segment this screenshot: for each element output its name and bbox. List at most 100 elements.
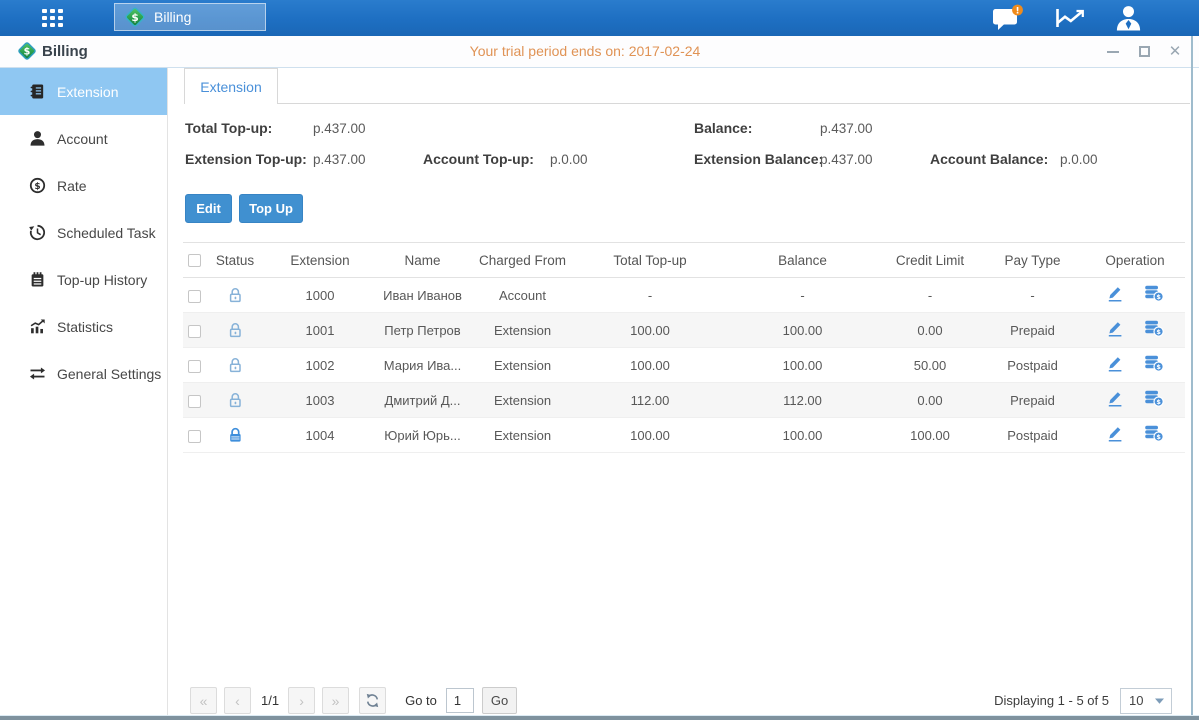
maximize-button[interactable] bbox=[1136, 44, 1152, 60]
account-balance-label: Account Balance: bbox=[930, 151, 1048, 167]
col-name: Name bbox=[375, 243, 470, 278]
sidebar-item-label: Rate bbox=[57, 178, 87, 194]
first-page-button[interactable]: « bbox=[190, 687, 217, 714]
svg-text:$: $ bbox=[1156, 293, 1161, 301]
select-all-checkbox[interactable] bbox=[188, 254, 201, 267]
reports-button[interactable] bbox=[1054, 6, 1086, 35]
edit-button[interactable]: Edit bbox=[185, 194, 232, 223]
main-content: Extension Total Top-up: p.437.00 Balance… bbox=[168, 68, 1199, 715]
coins-icon: $ bbox=[1144, 390, 1164, 407]
go-button[interactable]: Go bbox=[482, 687, 517, 714]
top-navbar: $ Billing ! bbox=[0, 0, 1199, 36]
edit-extension-button[interactable] bbox=[1106, 390, 1124, 410]
edit-extension-button[interactable] bbox=[1106, 285, 1124, 305]
svg-text:$: $ bbox=[1156, 433, 1161, 441]
notifications-button[interactable]: ! bbox=[992, 4, 1024, 37]
row-checkbox[interactable] bbox=[188, 325, 201, 338]
operation-cell: $ bbox=[1085, 383, 1185, 418]
pencil-icon bbox=[1106, 425, 1124, 442]
total-topup-cell: 100.00 bbox=[575, 348, 725, 383]
tab-extension[interactable]: Extension bbox=[184, 68, 278, 104]
goto-label: Go to bbox=[405, 693, 437, 708]
transfer-arrows-icon bbox=[29, 365, 46, 382]
col-total-topup: Total Top-up bbox=[575, 243, 725, 278]
svg-text:$: $ bbox=[1156, 398, 1161, 406]
charged-from-cell: Account bbox=[470, 278, 575, 313]
topup-extension-button[interactable]: $ bbox=[1144, 285, 1164, 305]
pencil-icon bbox=[1106, 355, 1124, 372]
user-menu-button[interactable] bbox=[1114, 4, 1143, 37]
window-controls: ✕ bbox=[1105, 36, 1183, 67]
lock-open-icon bbox=[227, 287, 244, 304]
sidebar-item-scheduled-task[interactable]: Scheduled Task bbox=[0, 209, 167, 256]
row-checkbox[interactable] bbox=[188, 360, 201, 373]
close-button[interactable]: ✕ bbox=[1167, 44, 1183, 60]
statistics-icon bbox=[29, 318, 46, 335]
credit-limit-cell: 0.00 bbox=[880, 383, 980, 418]
coins-icon: $ bbox=[1144, 425, 1164, 442]
page-size-value: 10 bbox=[1129, 693, 1143, 708]
svg-text:$: $ bbox=[1156, 328, 1161, 336]
pay-type-cell: - bbox=[980, 278, 1085, 313]
pay-type-cell: Prepaid bbox=[980, 383, 1085, 418]
top-up-button[interactable]: Top Up bbox=[239, 194, 303, 223]
operation-cell: $ bbox=[1085, 348, 1185, 383]
charged-from-cell: Extension bbox=[470, 383, 575, 418]
displaying-text: Displaying 1 - 5 of 5 bbox=[994, 693, 1109, 708]
refresh-icon bbox=[365, 693, 380, 708]
user-icon bbox=[1114, 4, 1143, 32]
sidebar-item-account[interactable]: Account bbox=[0, 115, 167, 162]
window-right-border bbox=[1191, 36, 1193, 716]
lock-open-icon bbox=[227, 357, 244, 374]
extension-table-body: 1000 Иван Иванов Account - - - - $ bbox=[183, 278, 1185, 453]
svg-text:!: ! bbox=[1015, 6, 1019, 16]
sidebar-item-statistics[interactable]: Statistics bbox=[0, 303, 167, 350]
name-cell: Юрий Юрь... bbox=[375, 418, 470, 453]
trial-notice: Your trial period ends on: 2017-02-24 bbox=[0, 36, 1170, 67]
row-checkbox[interactable] bbox=[188, 290, 201, 303]
topup-extension-button[interactable]: $ bbox=[1144, 390, 1164, 410]
next-page-button[interactable]: › bbox=[288, 687, 315, 714]
chat-icon: ! bbox=[992, 4, 1024, 32]
edit-extension-button[interactable] bbox=[1106, 320, 1124, 340]
topup-extension-button[interactable]: $ bbox=[1144, 425, 1164, 445]
tab-strip: Extension bbox=[168, 68, 1190, 104]
billing-app-tab[interactable]: $ Billing bbox=[114, 3, 266, 31]
page-size-select[interactable]: 10 bbox=[1120, 688, 1172, 714]
edit-extension-button[interactable] bbox=[1106, 425, 1124, 445]
sidebar-item-general-settings[interactable]: General Settings bbox=[0, 350, 167, 397]
sidebar-item-topup-history[interactable]: Top-up History bbox=[0, 256, 167, 303]
refresh-button[interactable] bbox=[359, 687, 386, 714]
sidebar-item-rate[interactable]: $ Rate bbox=[0, 162, 167, 209]
sidebar: Extension Account $ Rate Scheduled Task bbox=[0, 68, 168, 715]
balance-cell: 112.00 bbox=[725, 383, 880, 418]
status-cell bbox=[205, 313, 265, 348]
chart-icon bbox=[1054, 6, 1086, 30]
sidebar-item-label: General Settings bbox=[57, 366, 161, 382]
lock-open-icon bbox=[227, 392, 244, 409]
window-bottom-border bbox=[0, 716, 1199, 720]
row-checkbox[interactable] bbox=[188, 430, 201, 443]
topup-extension-button[interactable]: $ bbox=[1144, 320, 1164, 340]
credit-limit-cell: - bbox=[880, 278, 980, 313]
table-row: 1001 Петр Петров Extension 100.00 100.00… bbox=[183, 313, 1185, 348]
last-page-button[interactable]: » bbox=[322, 687, 349, 714]
billing-window: $ Billing ! bbox=[0, 0, 1199, 720]
col-status: Status bbox=[205, 243, 265, 278]
sidebar-item-extension[interactable]: Extension bbox=[0, 68, 167, 115]
operation-cell: $ bbox=[1085, 278, 1185, 313]
name-cell: Петр Петров bbox=[375, 313, 470, 348]
svg-text:$: $ bbox=[34, 182, 40, 192]
goto-page-input[interactable] bbox=[446, 688, 474, 713]
account-topup-label: Account Top-up: bbox=[423, 151, 534, 167]
history-clock-icon bbox=[29, 224, 46, 241]
minimize-button[interactable] bbox=[1105, 44, 1121, 60]
topup-extension-button[interactable]: $ bbox=[1144, 355, 1164, 375]
charged-from-cell: Extension bbox=[470, 348, 575, 383]
row-checkbox[interactable] bbox=[188, 395, 201, 408]
extension-topup-value: p.437.00 bbox=[313, 152, 366, 167]
prev-page-button[interactable]: ‹ bbox=[224, 687, 251, 714]
app-grid-icon[interactable] bbox=[42, 9, 65, 28]
edit-extension-button[interactable] bbox=[1106, 355, 1124, 375]
balance-value: p.437.00 bbox=[820, 121, 873, 136]
